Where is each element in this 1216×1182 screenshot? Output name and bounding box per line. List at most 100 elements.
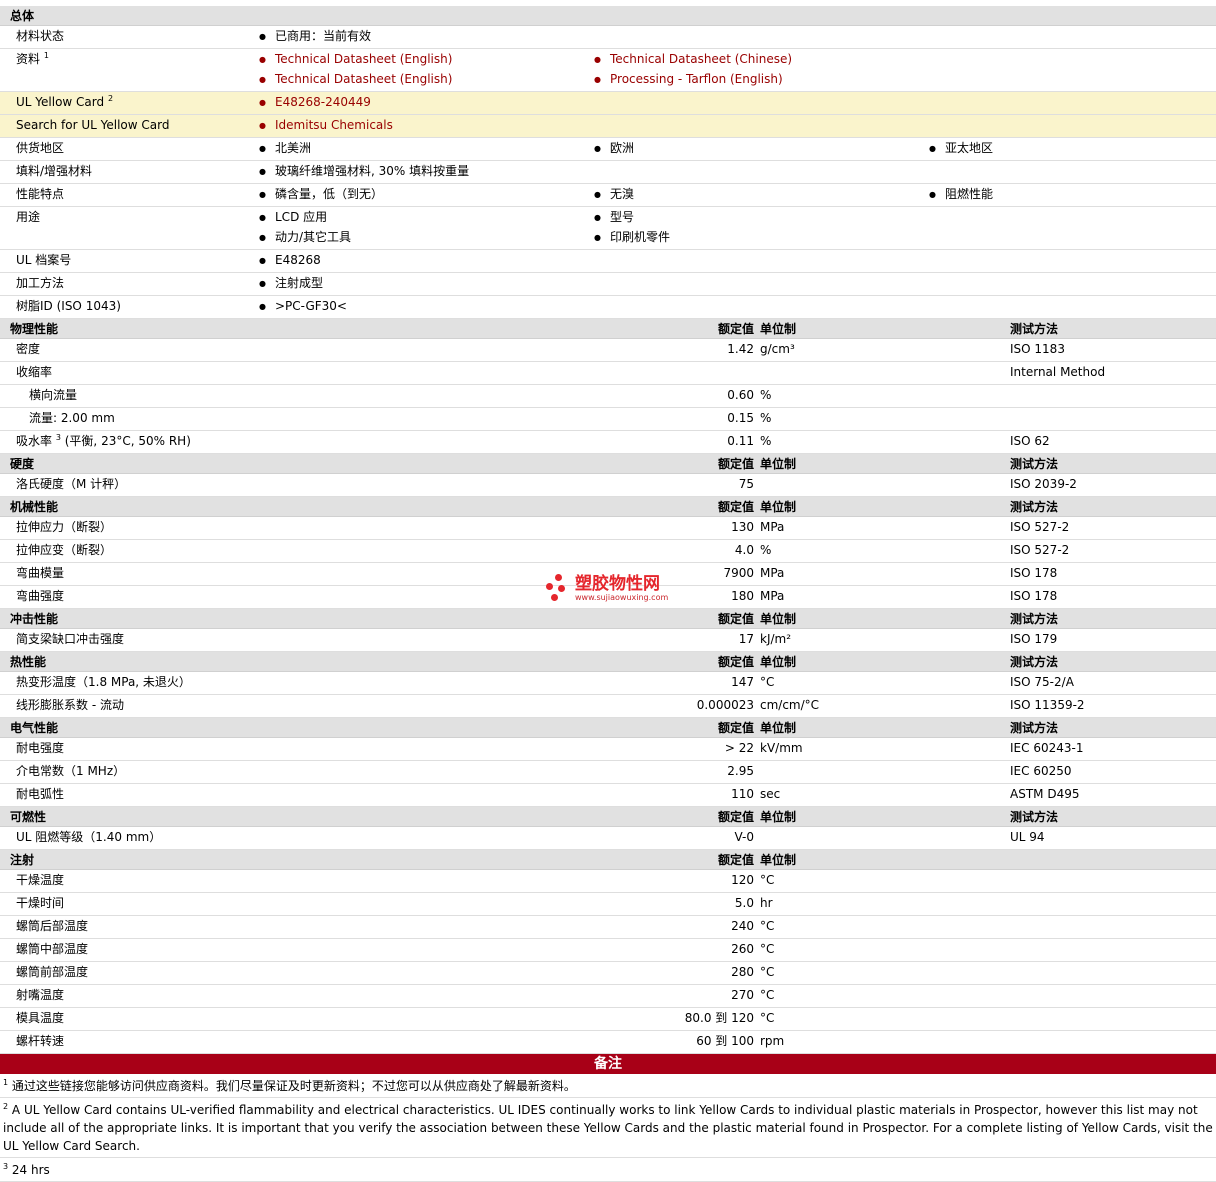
test-method-value: IEC 60243-1 <box>1010 741 1084 755</box>
unit-value: °C <box>760 919 775 933</box>
section-title: 可燃性 <box>10 810 47 824</box>
literature-link[interactable]: Technical Datasheet (English) <box>259 69 452 90</box>
bullet-value: 欧洲 <box>594 138 634 159</box>
unit-value: °C <box>760 988 775 1002</box>
unit-value: hr <box>760 896 773 910</box>
property-row: 热变形温度（1.8 MPa, 未退火） 147 °C ISO 75-2/A <box>0 672 1216 695</box>
section-title: 冲击性能 <box>10 612 59 626</box>
nominal-value: > 22 <box>724 741 754 755</box>
unit-header: 单位制 <box>760 655 797 669</box>
note-3: 3 24 hrs <box>0 1158 1216 1182</box>
property-label: 螺筒中部温度 <box>16 942 89 956</box>
section-header: 可燃性 额定值 单位制 测试方法 <box>0 807 1216 827</box>
literature-link[interactable]: Technical Datasheet (English) <box>259 49 452 70</box>
property-label: UL 阻燃等级（1.40 mm） <box>16 830 162 844</box>
unit-value: kJ/m² <box>760 632 792 646</box>
property-label: 横向流量 <box>29 388 78 402</box>
nominal-value: 240 <box>731 919 754 933</box>
property-row: 拉伸应力（断裂） 130 MPa ISO 527-2 <box>0 517 1216 540</box>
property-row: 简支梁缺口冲击强度 17 kJ/m² ISO 179 <box>0 629 1216 652</box>
property-label: 射嘴温度 <box>16 988 65 1002</box>
literature-link[interactable]: Technical Datasheet (Chinese) <box>594 49 792 70</box>
section-header: 物理性能 额定值 单位制 测试方法 <box>0 319 1216 339</box>
test-method-header: 测试方法 <box>1010 322 1059 336</box>
unit-value: % <box>760 543 772 557</box>
property-label: 密度 <box>16 342 41 356</box>
nominal-header: 额定值 <box>717 810 754 824</box>
property-label: 流量: 2.00 mm <box>29 411 115 425</box>
nominal-value: 120 <box>731 873 754 887</box>
nominal-value: 7900 <box>723 566 754 580</box>
section-title: 机械性能 <box>10 500 59 514</box>
property-label: 收缩率 <box>16 365 53 379</box>
property-row: UL 阻燃等级（1.40 mm） V-0 UL 94 <box>0 827 1216 850</box>
unit-value: °C <box>760 942 775 956</box>
property-row: 干燥温度 120 °C <box>0 870 1216 893</box>
property-row: 线形膨胀系数 - 流动 0.000023 cm/cm/°C ISO 11359-… <box>0 695 1216 718</box>
row-search-ul: Search for UL Yellow Card Idemitsu Chemi… <box>0 115 1216 138</box>
property-row: 收缩率 Internal Method <box>0 362 1216 385</box>
footnote-ref: 1 <box>43 51 49 60</box>
property-label: 弯曲模量 <box>16 566 65 580</box>
footnote-num: 1 <box>3 1078 9 1087</box>
row-material-status: 材料状态 已商用：当前有效 <box>0 26 1216 49</box>
row-uses: 用途 LCD 应用 型号 动力/其它工具 印刷机零件 <box>0 207 1216 250</box>
property-row: 射嘴温度 270 °C <box>0 985 1216 1008</box>
property-label: 拉伸应力（断裂） <box>16 520 113 534</box>
bullet-value: 已商用：当前有效 <box>259 26 371 47</box>
nominal-value: 260 <box>731 942 754 956</box>
bullet-value: >PC-GF30< <box>259 296 347 317</box>
unit-header: 单位制 <box>760 500 797 514</box>
test-method-value: ISO 527-2 <box>1010 520 1070 534</box>
property-row: 螺筒前部温度 280 °C <box>0 962 1216 985</box>
section-header: 硬度 额定值 单位制 测试方法 <box>0 454 1216 474</box>
row-label: 填料/增强材料 <box>16 164 93 178</box>
test-method-value: ISO 11359-2 <box>1010 698 1085 712</box>
unit-value: % <box>760 434 772 448</box>
bullet-value: 磷含量，低（到无） <box>259 184 383 205</box>
test-method-value: ISO 62 <box>1010 434 1050 448</box>
bullet-value: E48268 <box>259 250 321 271</box>
test-method-value: ISO 75-2/A <box>1010 675 1074 689</box>
unit-value: kV/mm <box>760 741 803 755</box>
property-row: 螺筒中部温度 260 °C <box>0 939 1216 962</box>
unit-header: 单位制 <box>760 322 797 336</box>
row-label: 供货地区 <box>16 141 65 155</box>
bullet-value: 印刷机零件 <box>594 227 670 248</box>
nominal-header: 额定值 <box>717 655 754 669</box>
unit-value: °C <box>760 965 775 979</box>
property-row: 干燥时间 5.0 hr <box>0 893 1216 916</box>
section-title: 硬度 <box>10 457 35 471</box>
supplier-link[interactable]: Idemitsu Chemicals <box>259 115 393 136</box>
test-method-header: 测试方法 <box>1010 810 1059 824</box>
section-header: 冲击性能 额定值 单位制 测试方法 <box>0 609 1216 629</box>
bullet-value: 注射成型 <box>259 273 323 294</box>
section-title: 注射 <box>10 853 35 867</box>
property-label: 线形膨胀系数 - 流动 <box>16 698 124 712</box>
nominal-value: 1.42 <box>727 342 754 356</box>
literature-link[interactable]: Processing - Tarflon (English) <box>594 69 783 90</box>
test-method-value: Internal Method <box>1010 365 1106 379</box>
row-literature: 资料 1 Technical Datasheet (English) Techn… <box>0 49 1216 92</box>
nominal-value: 0.60 <box>727 388 754 402</box>
nominal-value: 0.15 <box>727 411 754 425</box>
unit-header: 单位制 <box>760 612 797 626</box>
property-row: 耐电弧性 110 sec ASTM D495 <box>0 784 1216 807</box>
row-label: 用途 <box>16 210 41 224</box>
watermark-dots-icon <box>546 574 572 602</box>
nominal-value: 0.11 <box>727 434 754 448</box>
row-label: 材料状态 <box>16 29 65 43</box>
row-label: 加工方法 <box>16 276 65 290</box>
section-title: 电气性能 <box>10 721 59 735</box>
section-header: 电气性能 额定值 单位制 测试方法 <box>0 718 1216 738</box>
watermark-url: www.sujiaowuxing.com <box>575 593 669 602</box>
bullet-value: 阻燃性能 <box>929 184 993 205</box>
property-row: 螺筒后部温度 240 °C <box>0 916 1216 939</box>
yellow-card-link[interactable]: E48268-240449 <box>259 92 371 113</box>
property-row: 横向流量 0.60 % <box>0 385 1216 408</box>
row-availability: 供货地区 北美洲 欧洲 亚太地区 <box>0 138 1216 161</box>
footnote-ref: 2 <box>107 94 114 103</box>
section-title: 物理性能 <box>10 322 59 336</box>
property-row: 密度 1.42 g/cm³ ISO 1183 <box>0 339 1216 362</box>
property-label: 模具温度 <box>16 1011 65 1025</box>
